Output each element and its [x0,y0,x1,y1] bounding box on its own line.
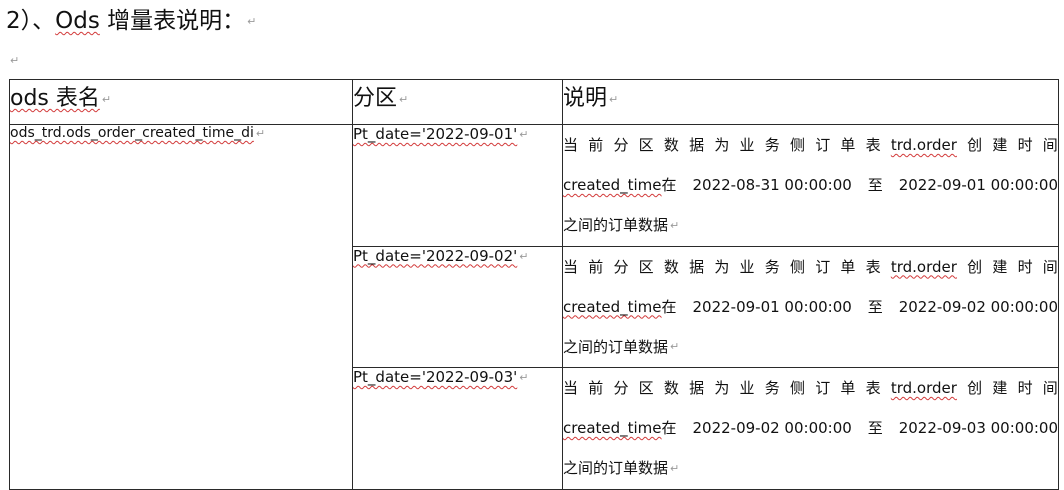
header-row: ods 表名 ↵ 分区 ↵ 说明 ↵ [9,79,1059,125]
partition-cell: Pt_date='2022-09-03' ↵ [352,367,563,490]
ods-table: ods 表名 ↵ 分区 ↵ 说明 ↵ ods_trd.ods_order_create… [9,79,1059,490]
end-time: 2022-09-03 00:00:00 [898,419,1058,437]
table-name[interactable]: ods_trd.ods_order_created_time_di [10,125,254,141]
description-line: 当前分区数据为业务侧订单表 trd.order 创建时间 [563,125,1058,165]
table-row: ods_trd.ods_order_created_time_di ↵ Pt_da… [9,124,1059,490]
description-line: created_time在 2022-09-01 00:00:00 至 2022-09… [563,287,1058,327]
description-line: 当前分区数据为业务侧订单表 trd.order 创建时间 [563,247,1058,287]
header-cell: 分区 ↵ [352,79,563,125]
header-table-name: ods 表名 [10,86,100,111]
end-time: 2022-09-02 00:00:00 [898,297,1058,316]
description-cell: 当前分区数据为业务侧订单表 trd.order 创建时间 created_time在… [562,245,1059,368]
partition-value: Pt_date='2022-09-02' [353,246,518,265]
paragraph-mark-icon: ↵ [255,126,266,140]
heading-ods: Ods [55,8,100,34]
description-cell: 当前分区数据为业务侧订单表 trd.order 创建时间 created_time在… [562,124,1059,247]
start-time: 2022-08-31 00:00:00 [692,176,852,194]
source-table: trd.order [890,257,957,276]
header-partition: 分区 [353,86,398,111]
description-line: created_time在 2022-08-31 00:00:00 至 2022-09… [563,165,1058,205]
partition-value: Pt_date='2022-09-01' [353,125,518,143]
partition-cell: Pt_date='2022-09-01' ↵ [352,124,563,247]
field-name: created_time [563,176,662,194]
description-line: 之间的订单数据 ↵ [563,337,680,356]
paragraph-mark-icon: ↵ [10,54,20,67]
paragraph-mark-icon: ↵ [399,92,409,106]
paragraph-mark-icon: ↵ [670,218,680,232]
paragraph-mark-icon: ↵ [101,92,112,106]
paragraph-mark-icon: ↵ [609,92,619,106]
field-name: created_time [563,419,662,437]
paragraph-mark-icon: ↵ [519,249,529,263]
heading-rest: 增量表说明： [99,8,246,34]
paragraph-mark-icon: ↵ [247,14,257,28]
section-heading: 2）、Ods 增量表说明： ↵ [6,4,256,39]
paragraph-mark-icon: ↵ [670,340,680,353]
partition-cell: Pt_date='2022-09-02' ↵ [352,245,563,368]
end-time: 2022-09-01 00:00:00 [898,176,1058,194]
source-table: trd.order [890,379,957,397]
partition-value: Pt_date='2022-09-03' [353,368,518,386]
description-cell: 当前分区数据为业务侧订单表 trd.order 创建时间 created_time在… [562,367,1059,490]
heading-prefix: 2）、 [6,8,56,34]
description-line: 之间的订单数据 ↵ [563,459,680,477]
paragraph-mark-icon: ↵ [519,128,529,141]
table-name-cell: ods_trd.ods_order_created_time_di ↵ [9,124,353,490]
header-description: 说明 [563,86,608,111]
paragraph-mark-icon: ↵ [519,371,529,384]
description-line: 当前分区数据为业务侧订单表 trd.order 创建时间 [563,368,1058,408]
header-cell: ods 表名 ↵ [9,79,353,125]
field-name: created_time [563,297,662,316]
description-line: created_time在 2022-09-02 00:00:00 至 2022-09… [563,408,1058,448]
paragraph-mark-icon: ↵ [670,461,680,475]
source-table: trd.order [890,136,957,154]
description-line: 之间的订单数据 ↵ [563,216,680,234]
header-cell: 说明 ↵ [562,79,1059,125]
start-time: 2022-09-02 00:00:00 [692,419,852,437]
start-time: 2022-09-01 00:00:00 [692,297,852,316]
